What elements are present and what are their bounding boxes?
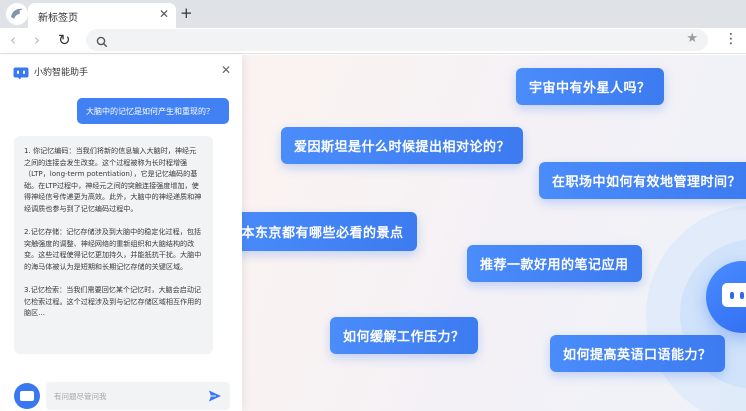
suggestion-chip[interactable]: 推荐一款好用的笔记应用: [467, 245, 642, 282]
suggestion-chip[interactable]: 宇宙中有外星人吗？: [516, 68, 664, 105]
assistant-title: 小豹智能助手: [34, 68, 89, 78]
back-button[interactable]: ‹: [10, 31, 16, 49]
search-icon: [96, 33, 108, 52]
suggestion-chip[interactable]: 爱因斯坦是什么时候提出相对论的？: [281, 127, 524, 164]
answer-paragraph: 1. 你记忆编码：当我们将新的信息输入大脑时，神经元之间的连接会发生改变。这个过…: [24, 146, 202, 213]
assistant-logo-icon: [13, 65, 29, 80]
browser-logo-icon: [6, 3, 28, 25]
forward-button[interactable]: ›: [34, 31, 40, 49]
send-icon[interactable]: [208, 388, 224, 404]
tab-close-icon[interactable]: ✕: [159, 7, 169, 21]
assistant-panel: 小豹智能助手 ✕ 大脑中的记忆是如何产生和重现的？ 1. 你记忆编码：当我们将新…: [0, 55, 242, 411]
browser-toolbar: ‹ › ↻ ★ ⋮: [0, 28, 746, 54]
user-message: 大脑中的记忆是如何产生和重现的？: [77, 98, 229, 124]
browser-menu-button[interactable]: ⋮: [724, 30, 738, 48]
address-bar[interactable]: ★: [86, 29, 708, 51]
close-icon[interactable]: ✕: [221, 63, 231, 77]
chat-input[interactable]: [54, 389, 194, 403]
suggestion-chip[interactable]: 在职场中如何有效地管理时间？: [539, 162, 746, 199]
new-tab-button[interactable]: +: [180, 4, 193, 22]
bookmark-star-icon[interactable]: ★: [686, 31, 698, 46]
suggestion-chip[interactable]: 如何提高英语口语能力？: [550, 335, 725, 372]
suggestion-chip[interactable]: 如何缓解工作压力？: [330, 317, 478, 354]
answer-paragraph: 3.记忆检索：当我们需要回忆某个记忆时，大脑会启动记忆检索过程。这个过程涉及到与…: [24, 285, 202, 318]
chat-input-box[interactable]: [46, 382, 230, 410]
tab-strip: 新标签页 ✕ +: [0, 0, 746, 28]
assistant-avatar-icon: [14, 383, 40, 409]
tab-title: 新标签页: [38, 13, 78, 24]
answer-paragraph: 2.记忆存储：记忆存储涉及到大脑中的稳定化过程，包括突触强度的调整、神经网络的重…: [24, 227, 202, 271]
assistant-header: 小豹智能助手 ✕: [0, 55, 242, 89]
assistant-answer: 1. 你记忆编码：当我们将新的信息输入大脑时，神经元之间的连接会发生改变。这个过…: [14, 136, 213, 354]
suggestion-chip[interactable]: 日本东京都有哪些必看的景点: [215, 212, 417, 251]
chat-input-row: [14, 382, 230, 410]
tab-new-tab[interactable]: 新标签页 ✕: [28, 3, 176, 28]
reload-button[interactable]: ↻: [58, 31, 71, 49]
